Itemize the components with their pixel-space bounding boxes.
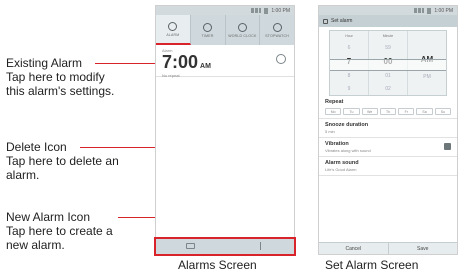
leader-line-existing	[95, 63, 157, 64]
alarm-time: 7:00	[162, 52, 199, 72]
set-alarm-header: Set alarm	[319, 15, 457, 27]
set-alarm-actions: Cancel Save	[319, 242, 457, 254]
tab-label: STOPWATCH	[265, 33, 289, 38]
day-toggle[interactable]: Th	[379, 108, 397, 115]
signal-icon	[414, 8, 425, 13]
minute-cell: 01	[385, 73, 391, 80]
status-bar: 1:00 PM	[319, 6, 457, 15]
alarm-sound-title: Alarm sound	[325, 160, 359, 166]
callout-desc: this alarm's settings.	[6, 84, 115, 98]
tab-label: ALARM	[166, 32, 180, 37]
snooze-value: 5 min	[325, 129, 335, 134]
day-toggle[interactable]: Fr	[398, 108, 415, 115]
tab-timer[interactable]: TIMER	[191, 15, 226, 45]
minute-selected: 00	[383, 57, 393, 67]
callout-desc: alarm.	[6, 168, 40, 182]
alarm-toggle-icon[interactable]	[276, 54, 286, 64]
callout-desc: Tap here to create a	[6, 224, 113, 238]
callout-desc: Tap here to modify	[6, 70, 105, 84]
snooze-title: Snooze duration	[325, 122, 369, 128]
hour-selected: 7	[346, 57, 352, 67]
leader-line-new	[118, 217, 160, 218]
battery-icon	[264, 7, 269, 14]
day-toggle[interactable]: Tu	[343, 108, 360, 115]
alarm-ampm: AM	[200, 63, 211, 70]
ampm-cell: PM	[423, 74, 431, 81]
vibration-title: Vibration	[325, 141, 349, 147]
callout-desc: Tap here to delete an	[6, 154, 119, 168]
repeat-title: Repeat	[325, 99, 344, 105]
vibration-setting[interactable]: Vibration Vibrates along with sound	[319, 138, 457, 157]
time-picker[interactable]: Hour 6 7 8 9 Minute 59 00 01 02 AM PM	[329, 30, 447, 96]
vibration-checkbox[interactable]	[444, 143, 451, 150]
repeat-days: Mo Tu We Th Fr Sa Su	[325, 108, 451, 115]
callout-desc: new alarm.	[6, 238, 65, 252]
minute-cell: 02	[385, 85, 391, 92]
status-time: 1:00 PM	[271, 7, 290, 14]
cancel-button[interactable]: Cancel	[319, 243, 389, 254]
tab-label: WORLD CLOCK	[228, 33, 257, 38]
alarm-clock-icon	[168, 21, 178, 31]
stopwatch-icon	[272, 22, 282, 32]
clock-tabs: ALARM TIMER WORLD CLOCK STOPWATCH	[156, 15, 294, 45]
tab-stopwatch[interactable]: STOPWATCH	[260, 15, 294, 45]
existing-alarm-item[interactable]: Alarm 7:00 AM No repeat	[156, 45, 294, 78]
hour-cell: 6	[347, 44, 351, 51]
callout-title: New Alarm Icon	[6, 210, 91, 224]
hour-column[interactable]: Hour 6 7 8 9	[330, 31, 369, 95]
alarms-screen-caption: Alarms Screen	[178, 258, 257, 272]
alarms-screen-phone: 1:00 PM ALARM TIMER WORLD CLOCK STOPWATC…	[155, 5, 295, 255]
day-toggle[interactable]: Su	[434, 108, 451, 115]
set-alarm-screen-caption: Set Alarm Screen	[325, 258, 419, 272]
highlight-bottom-bar	[154, 237, 296, 256]
battery-icon	[427, 7, 432, 14]
timer-icon	[203, 22, 213, 32]
vibration-subtitle: Vibrates along with sound	[325, 148, 371, 153]
callout-new-alarm-icon: New Alarm Icon Tap here to create a new …	[6, 210, 113, 252]
minute-cell: 59	[385, 44, 391, 51]
save-button[interactable]: Save	[389, 243, 458, 254]
ampm-selected: AM	[420, 55, 434, 65]
set-alarm-screen-phone: 1:00 PM Set alarm Hour 6 7 8 9 Minute 59…	[318, 5, 458, 255]
alarm-repeat-text: No repeat	[162, 73, 180, 78]
status-bar: 1:00 PM	[156, 6, 294, 15]
page-title: Set alarm	[331, 18, 353, 24]
alarm-sound-value: Life's Good Alarm	[325, 167, 357, 172]
picker-header: Minute	[382, 34, 394, 39]
clock-app-icon[interactable]	[323, 18, 328, 24]
ampm-column[interactable]: AM PM	[408, 31, 446, 95]
tab-label: TIMER	[201, 33, 214, 38]
day-toggle[interactable]: Mo	[325, 108, 342, 115]
tab-alarm[interactable]: ALARM	[156, 15, 191, 45]
alarm-sound-setting[interactable]: Alarm sound Life's Good Alarm	[319, 157, 457, 176]
day-toggle[interactable]: Sa	[416, 108, 433, 115]
world-clock-icon	[237, 22, 247, 32]
picker-header: Hour	[345, 34, 353, 39]
tab-world-clock[interactable]: WORLD CLOCK	[226, 15, 261, 45]
day-toggle[interactable]: We	[361, 108, 378, 115]
status-time: 1:00 PM	[434, 7, 453, 14]
snooze-setting[interactable]: Snooze duration 5 min	[319, 119, 457, 138]
repeat-section: Repeat Mo Tu We Th Fr Sa Su	[319, 96, 457, 119]
hour-cell: 8	[347, 73, 351, 80]
hour-cell: 9	[347, 85, 351, 92]
minute-column[interactable]: Minute 59 00 01 02	[369, 31, 408, 95]
signal-icon	[251, 8, 262, 13]
